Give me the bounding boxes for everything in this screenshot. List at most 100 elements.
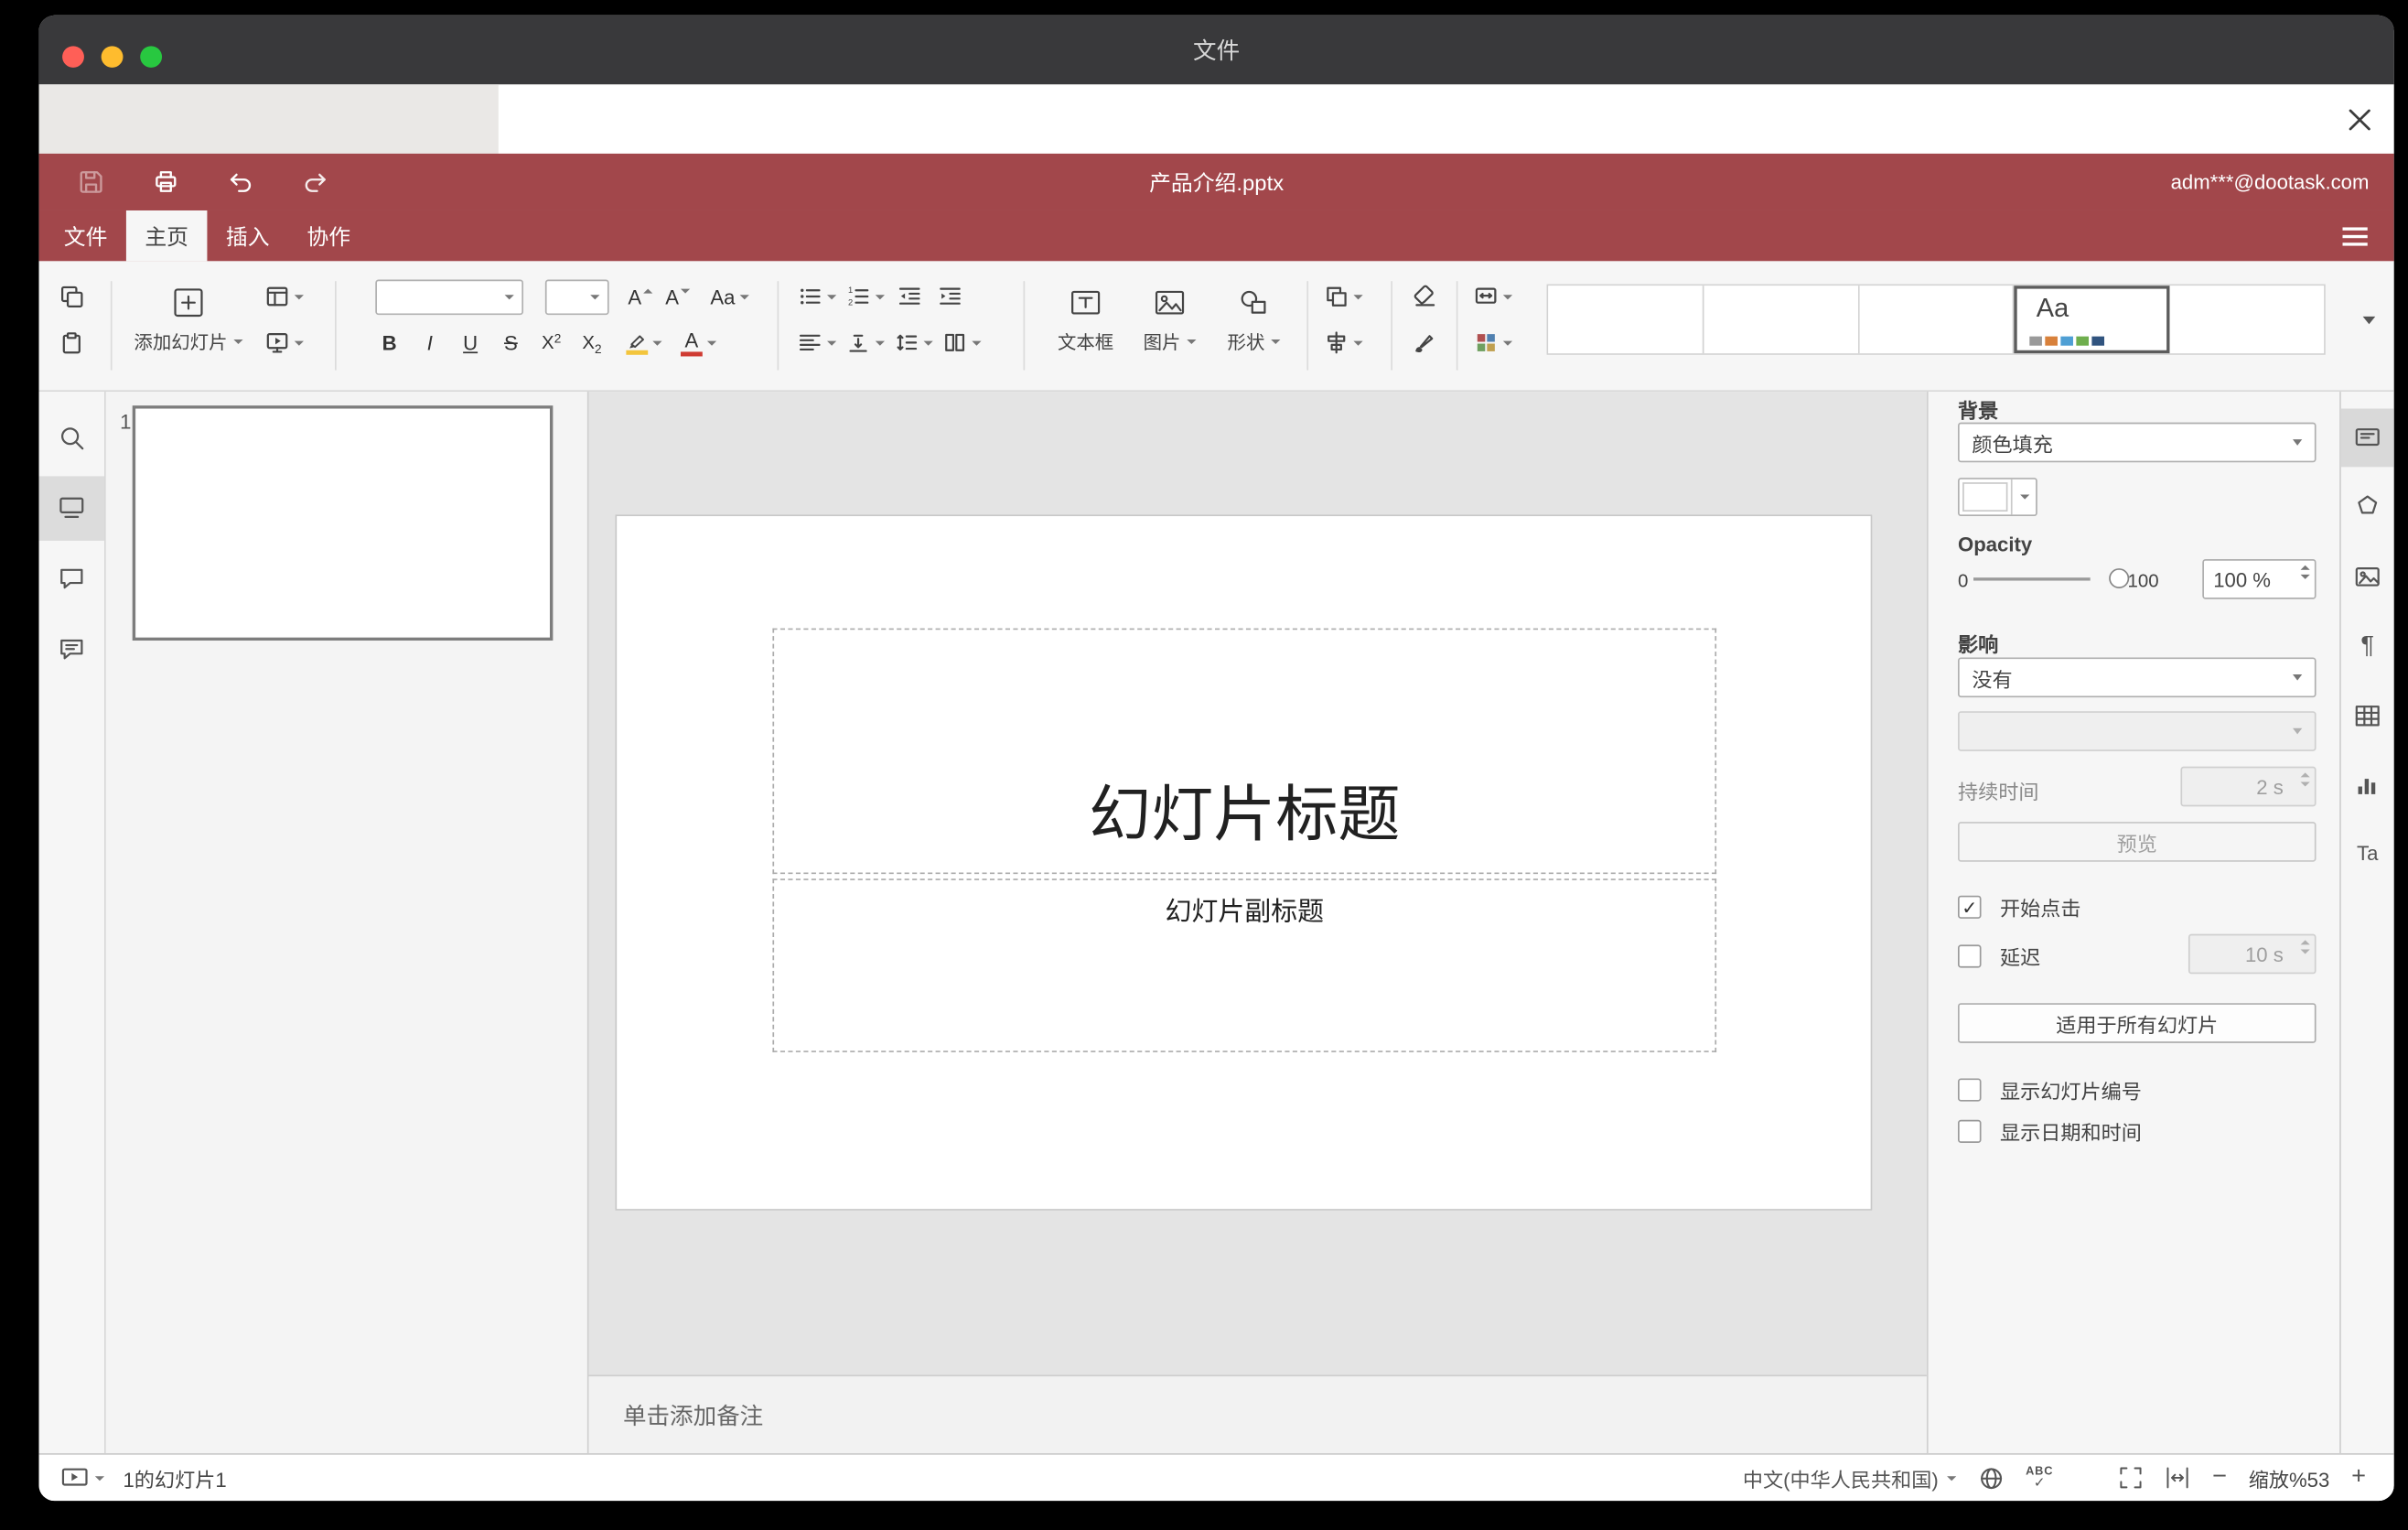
color-scheme-button[interactable] bbox=[1468, 323, 1517, 363]
start-on-click-checkbox[interactable]: ✓ bbox=[1957, 895, 1982, 919]
show-slide-number-checkbox-row[interactable]: 显示幻灯片编号 bbox=[1957, 1075, 2142, 1104]
highlight-color-button[interactable] bbox=[621, 323, 666, 363]
textart-settings-tab[interactable]: Ta bbox=[2341, 824, 2394, 882]
paste-button[interactable] bbox=[51, 323, 91, 363]
delay-input[interactable]: 10 s bbox=[2188, 933, 2317, 975]
show-slide-number-checkbox[interactable] bbox=[1957, 1078, 1982, 1102]
slide-settings-tab[interactable] bbox=[2340, 408, 2394, 468]
increase-indent-button[interactable] bbox=[930, 276, 970, 317]
theme-option-1[interactable] bbox=[1548, 286, 1704, 354]
change-layout-button[interactable] bbox=[260, 276, 308, 317]
font-color-button[interactable]: A bbox=[676, 323, 721, 363]
opacity-slider-knob[interactable] bbox=[2109, 568, 2130, 588]
vertical-align-button[interactable] bbox=[841, 323, 889, 363]
effect-variant-select[interactable] bbox=[1957, 711, 2317, 751]
copy-style-button[interactable] bbox=[1403, 323, 1444, 363]
insert-shape-button[interactable]: 形状 bbox=[1213, 276, 1295, 374]
insert-textbox-button[interactable]: 文本框 bbox=[1045, 276, 1126, 374]
theme-option-3[interactable] bbox=[1859, 286, 2015, 354]
numbering-button[interactable]: 1 2 bbox=[841, 276, 889, 317]
theme-option-5[interactable] bbox=[2169, 286, 2325, 354]
zoom-traffic-light[interactable] bbox=[140, 46, 163, 68]
insert-image-button[interactable]: 图片 bbox=[1129, 276, 1210, 374]
chart-settings-tab[interactable] bbox=[2341, 756, 2394, 814]
tab-insert[interactable]: 插入 bbox=[207, 210, 288, 261]
notes-area[interactable]: 单击添加备注 bbox=[588, 1374, 1927, 1454]
opacity-spin-arrows[interactable] bbox=[2300, 565, 2310, 579]
columns-button[interactable] bbox=[938, 323, 986, 363]
start-on-click-checkbox-row[interactable]: ✓ 开始点击 bbox=[1957, 892, 2081, 921]
arrange-shapes-button[interactable] bbox=[1319, 276, 1368, 317]
zoom-in-button[interactable]: + bbox=[2351, 1465, 2366, 1490]
strikethrough-button[interactable]: S bbox=[490, 323, 531, 363]
add-slide-button[interactable]: 添加幻灯片 bbox=[123, 276, 253, 374]
theme-swatch-4 bbox=[2077, 336, 2090, 346]
theme-option-2[interactable] bbox=[1704, 286, 1860, 354]
modal-close-button[interactable] bbox=[2338, 98, 2381, 141]
theme-gallery-expand-button[interactable] bbox=[2353, 285, 2384, 355]
image-settings-tab[interactable] bbox=[2341, 548, 2394, 607]
underline-button[interactable]: U bbox=[450, 323, 490, 363]
minimize-traffic-light[interactable] bbox=[101, 46, 124, 68]
duration-spin-arrows[interactable] bbox=[2300, 772, 2310, 787]
language-selector[interactable]: 中文(中华人民共和国) bbox=[1743, 1463, 1956, 1492]
opacity-value-input[interactable]: 100 % bbox=[2202, 559, 2317, 599]
theme-option-selected[interactable]: Aa bbox=[2014, 286, 2170, 354]
duration-input[interactable]: 2 s bbox=[2180, 766, 2317, 807]
italic-button[interactable]: I bbox=[410, 323, 450, 363]
opacity-slider-track[interactable] bbox=[1973, 577, 2091, 581]
fit-slide-button[interactable] bbox=[2119, 1465, 2144, 1490]
fill-color-dropdown[interactable] bbox=[2010, 479, 2036, 515]
fill-type-select[interactable]: 颜色填充 bbox=[1957, 422, 2317, 463]
slide-size-button[interactable] bbox=[1468, 276, 1517, 317]
increase-font-button[interactable]: A bbox=[621, 276, 659, 317]
set-language-button[interactable] bbox=[1977, 1465, 2004, 1492]
start-slideshow-status-button[interactable] bbox=[60, 1465, 105, 1490]
clear-style-button[interactable] bbox=[1403, 276, 1444, 317]
tab-file[interactable]: 文件 bbox=[45, 210, 126, 261]
decrease-font-button[interactable]: A bbox=[659, 276, 696, 317]
font-name-combo[interactable] bbox=[375, 278, 524, 315]
slide[interactable]: 幻灯片标题 幻灯片副标题 bbox=[615, 514, 1873, 1211]
fill-color-picker[interactable] bbox=[1957, 478, 2037, 517]
theme-gallery: Aa bbox=[1546, 284, 2326, 355]
show-date-checkbox[interactable] bbox=[1957, 1119, 1982, 1143]
shape-settings-tab[interactable] bbox=[2341, 478, 2394, 536]
tab-collaboration[interactable]: 协作 bbox=[288, 210, 370, 261]
decrease-indent-button[interactable] bbox=[889, 276, 930, 317]
paragraph-settings-tab[interactable]: ¶ bbox=[2341, 618, 2394, 676]
menu-button[interactable] bbox=[2328, 220, 2381, 253]
align-shapes-button[interactable] bbox=[1319, 323, 1368, 363]
slide-title-placeholder[interactable]: 幻灯片标题 bbox=[772, 628, 1717, 875]
show-date-checkbox-row[interactable]: 显示日期和时间 bbox=[1957, 1116, 2142, 1146]
slide-thumbnail[interactable] bbox=[132, 405, 554, 641]
preview-button[interactable]: 预览 bbox=[1957, 822, 2317, 862]
font-size-combo[interactable] bbox=[544, 278, 609, 315]
change-case-button[interactable]: Aa bbox=[705, 276, 754, 317]
fit-width-button[interactable] bbox=[2166, 1465, 2190, 1490]
search-panel-button[interactable] bbox=[39, 405, 105, 470]
horizontal-align-button[interactable] bbox=[793, 323, 842, 363]
delay-checkbox-row[interactable]: 延迟 bbox=[1957, 942, 2040, 971]
line-spacing-button[interactable] bbox=[889, 323, 938, 363]
apply-to-all-slides-button[interactable]: 适用于所有幻灯片 bbox=[1957, 1003, 2317, 1043]
superscript-button[interactable]: X2 bbox=[532, 323, 572, 363]
comments-panel-button[interactable] bbox=[39, 547, 105, 612]
copy-button[interactable] bbox=[51, 276, 91, 317]
slide-subtitle-placeholder[interactable]: 幻灯片副标题 bbox=[772, 878, 1717, 1052]
delay-spin-arrows[interactable] bbox=[2300, 940, 2310, 954]
zoom-out-button[interactable]: − bbox=[2212, 1465, 2227, 1490]
spellcheck-button[interactable]: ABC ✓ bbox=[2026, 1465, 2053, 1491]
delay-checkbox[interactable] bbox=[1957, 944, 1982, 968]
effect-select[interactable]: 没有 bbox=[1957, 657, 2317, 698]
chat-panel-button[interactable] bbox=[39, 618, 105, 683]
subscript-button[interactable]: X2 bbox=[572, 323, 612, 363]
slides-panel-button[interactable] bbox=[38, 476, 105, 541]
bullets-button[interactable] bbox=[793, 276, 842, 317]
table-settings-tab[interactable] bbox=[2341, 686, 2394, 745]
bold-button[interactable]: B bbox=[369, 323, 409, 363]
thumbnail-number: 1 bbox=[120, 410, 132, 434]
close-traffic-light[interactable] bbox=[62, 46, 84, 68]
start-slideshow-button[interactable] bbox=[260, 323, 308, 363]
tab-home[interactable]: 主页 bbox=[125, 210, 208, 262]
